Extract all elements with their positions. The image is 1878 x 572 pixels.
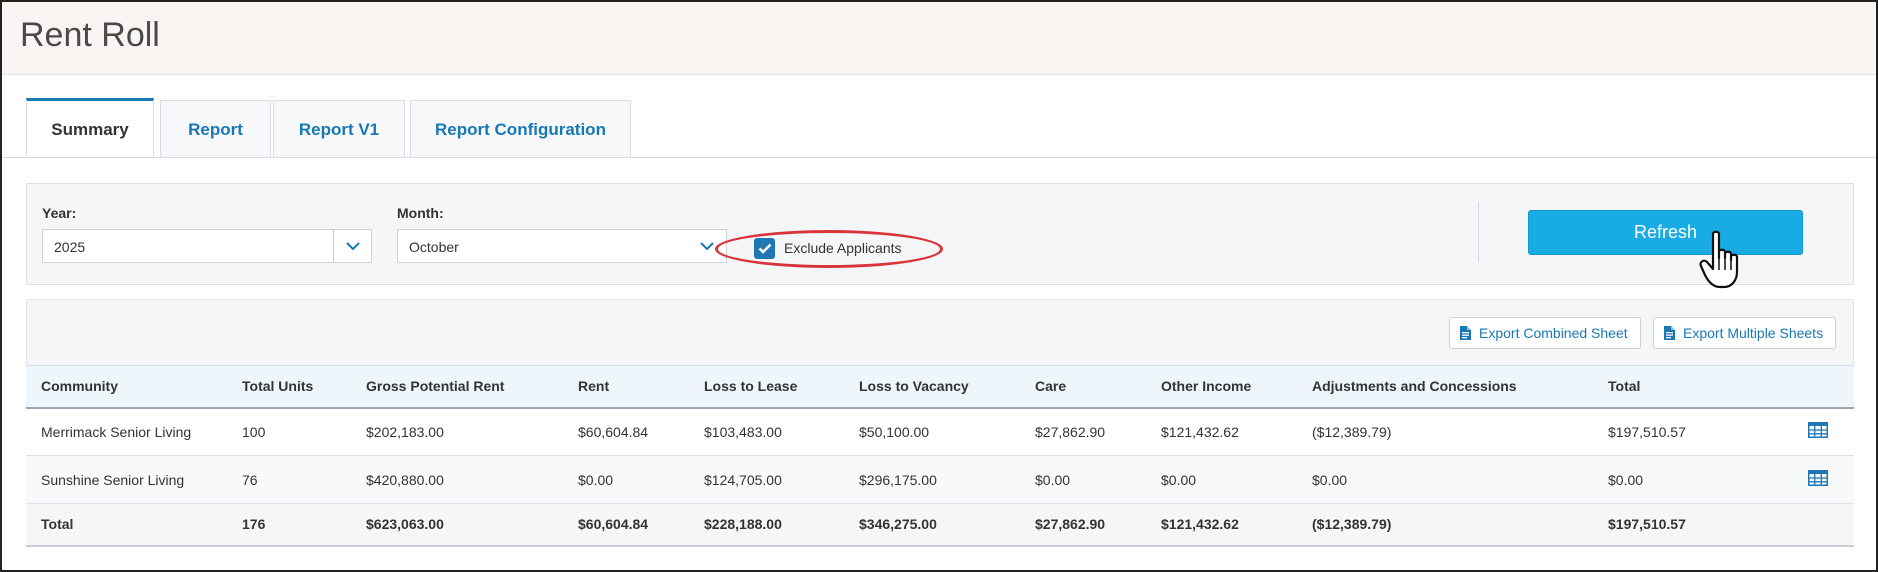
table-total-row: Total 176 $623,063.00 $60,604.84 $228,18… <box>26 503 1854 547</box>
table-cell: $27,862.90 <box>1020 407 1146 456</box>
document-icon <box>1460 326 1471 340</box>
table-row: Merrimack Senior Living 100 $202,183.00 … <box>26 407 1854 456</box>
table-cell: 76 <box>227 455 351 504</box>
column-header[interactable]: Gross Potential Rent <box>351 365 563 409</box>
column-header[interactable]: Total <box>1593 365 1793 409</box>
total-cell: 176 <box>227 503 351 547</box>
month-label: Month: <box>397 205 444 221</box>
total-cell: $346,275.00 <box>844 503 1020 547</box>
total-cell: $623,063.00 <box>351 503 563 547</box>
total-cell: $60,604.84 <box>563 503 689 547</box>
table-cell: $50,100.00 <box>844 407 1020 456</box>
table-cell: $0.00 <box>1297 455 1593 504</box>
export-combined-sheet-label: Export Combined Sheet <box>1479 325 1628 341</box>
tab-summary[interactable]: Summary <box>26 98 154 158</box>
column-header[interactable]: Total Units <box>227 365 351 409</box>
table-cell: Merrimack Senior Living <box>26 407 227 456</box>
table-cell: $296,175.00 <box>844 455 1020 504</box>
total-cell: Total <box>26 503 227 547</box>
table-cell: $197,510.57 <box>1593 407 1793 456</box>
column-header-actions <box>1793 365 1854 409</box>
document-icon <box>1664 326 1675 340</box>
total-cell: $228,188.00 <box>689 503 844 547</box>
tab-divider <box>2 157 1876 158</box>
column-header[interactable]: Other Income <box>1146 365 1297 409</box>
table-cell: $202,183.00 <box>351 407 563 456</box>
rent-roll-table: Community Total Units Gross Potential Re… <box>26 365 1854 547</box>
table-cell: $0.00 <box>563 455 689 504</box>
table-header-row: Community Total Units Gross Potential Re… <box>26 365 1854 409</box>
filter-divider <box>1478 202 1479 262</box>
tab-report-v1[interactable]: Report V1 <box>273 100 405 158</box>
table-cell: ($12,389.79) <box>1297 407 1593 456</box>
hand-pointer-icon <box>1699 230 1755 297</box>
table-grid-icon[interactable] <box>1808 422 1828 439</box>
page-title: Rent Roll <box>20 16 160 54</box>
column-header[interactable]: Community <box>26 365 227 409</box>
highlight-ellipse <box>715 230 943 268</box>
total-cell: $121,432.62 <box>1146 503 1297 547</box>
export-combined-sheet-button[interactable]: Export Combined Sheet <box>1449 317 1641 349</box>
table-cell: $0.00 <box>1593 455 1793 504</box>
table-cell: $124,705.00 <box>689 455 844 504</box>
table-grid-icon[interactable] <box>1808 470 1828 486</box>
column-header[interactable]: Adjustments and Concessions <box>1297 365 1593 409</box>
app-window: Rent Roll Summary Report Report V1 Repor… <box>0 0 1878 572</box>
table-row: Sunshine Senior Living 76 $420,880.00 $0… <box>26 455 1854 504</box>
month-value: October <box>409 239 459 255</box>
refresh-button[interactable]: Refresh <box>1528 210 1803 255</box>
total-cell: $197,510.57 <box>1593 503 1793 547</box>
table-cell: $103,483.00 <box>689 407 844 456</box>
total-cell: $27,862.90 <box>1020 503 1146 547</box>
month-select[interactable]: October <box>397 229 727 263</box>
column-header[interactable]: Rent <box>563 365 689 409</box>
tab-report[interactable]: Report <box>160 100 271 158</box>
column-header[interactable]: Loss to Vacancy <box>844 365 1020 409</box>
table-cell: $0.00 <box>1146 455 1297 504</box>
table-cell: Sunshine Senior Living <box>26 455 227 504</box>
export-multiple-sheets-button[interactable]: Export Multiple Sheets <box>1653 317 1837 349</box>
page-header: Rent Roll <box>2 2 1876 75</box>
column-header[interactable]: Care <box>1020 365 1146 409</box>
table-cell: $420,880.00 <box>351 455 563 504</box>
chevron-down-icon[interactable] <box>333 230 371 262</box>
row-action-cell <box>1793 407 1854 456</box>
table-cell: $121,432.62 <box>1146 407 1297 456</box>
year-label: Year: <box>42 205 77 221</box>
tab-report-configuration[interactable]: Report Configuration <box>410 100 631 158</box>
row-action-cell <box>1793 455 1854 504</box>
column-header[interactable]: Loss to Lease <box>689 365 844 409</box>
table-toolbar: Export Combined Sheet Export Multiple Sh… <box>26 299 1854 365</box>
table-cell: 100 <box>227 407 351 456</box>
total-cell: ($12,389.79) <box>1297 503 1593 547</box>
export-multiple-sheets-label: Export Multiple Sheets <box>1683 325 1824 341</box>
table-cell: $0.00 <box>1020 455 1146 504</box>
year-value: 2025 <box>54 239 86 255</box>
total-cell <box>1793 503 1854 547</box>
year-select[interactable]: 2025 <box>42 229 372 263</box>
table-cell: $60,604.84 <box>563 407 689 456</box>
